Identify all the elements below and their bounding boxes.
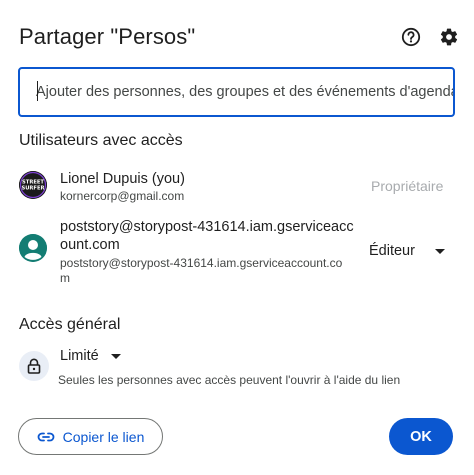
- chevron-down-icon: [110, 353, 121, 359]
- user-name-line1: poststory@storypost-431614.iam.gservicea…: [60, 219, 354, 235]
- users-section-heading: Utilisateurs avec accès: [19, 132, 183, 149]
- user-name-line2: ount.com: [60, 237, 120, 253]
- share-dialog: Partager "Persos" Utilisateurs avec accè…: [0, 0, 474, 475]
- invite-input[interactable]: [36, 84, 453, 100]
- person-icon: [19, 234, 47, 262]
- svg-text:SURFER: SURFER: [21, 186, 44, 192]
- copy-link-button[interactable]: Copier le lien: [18, 418, 163, 455]
- chevron-down-icon: [434, 248, 445, 254]
- general-access-heading: Accès général: [19, 316, 121, 333]
- general-access-description: Seules les personnes avec accès peuvent …: [58, 373, 401, 387]
- user-name: Lionel Dupuis (you): [60, 171, 185, 187]
- avatar: STREET SURFER: [19, 171, 47, 199]
- link-icon: [37, 432, 55, 441]
- invite-field[interactable]: [18, 67, 455, 117]
- user-email-line1: poststory@storypost-431614.iam.gservicea…: [60, 256, 343, 270]
- user-email-line2: m: [60, 271, 70, 285]
- help-circle-icon[interactable]: [400, 26, 422, 48]
- copy-link-label: Copier le lien: [62, 428, 145, 445]
- user-email: kornercorp@gmail.com: [60, 189, 185, 203]
- general-access-dropdown[interactable]: Limité: [60, 348, 121, 364]
- lock-icon: [19, 351, 49, 381]
- ok-button[interactable]: OK: [389, 418, 453, 455]
- role-dropdown-editor[interactable]: Éditeur: [369, 243, 445, 259]
- general-access-level: Limité: [60, 348, 99, 364]
- text-caret: [37, 81, 38, 101]
- gear-icon[interactable]: [438, 26, 460, 48]
- role-label: Éditeur: [369, 243, 415, 259]
- dialog-title: Partager "Persos": [19, 24, 196, 49]
- role-owner-label: Propriétaire: [371, 178, 444, 194]
